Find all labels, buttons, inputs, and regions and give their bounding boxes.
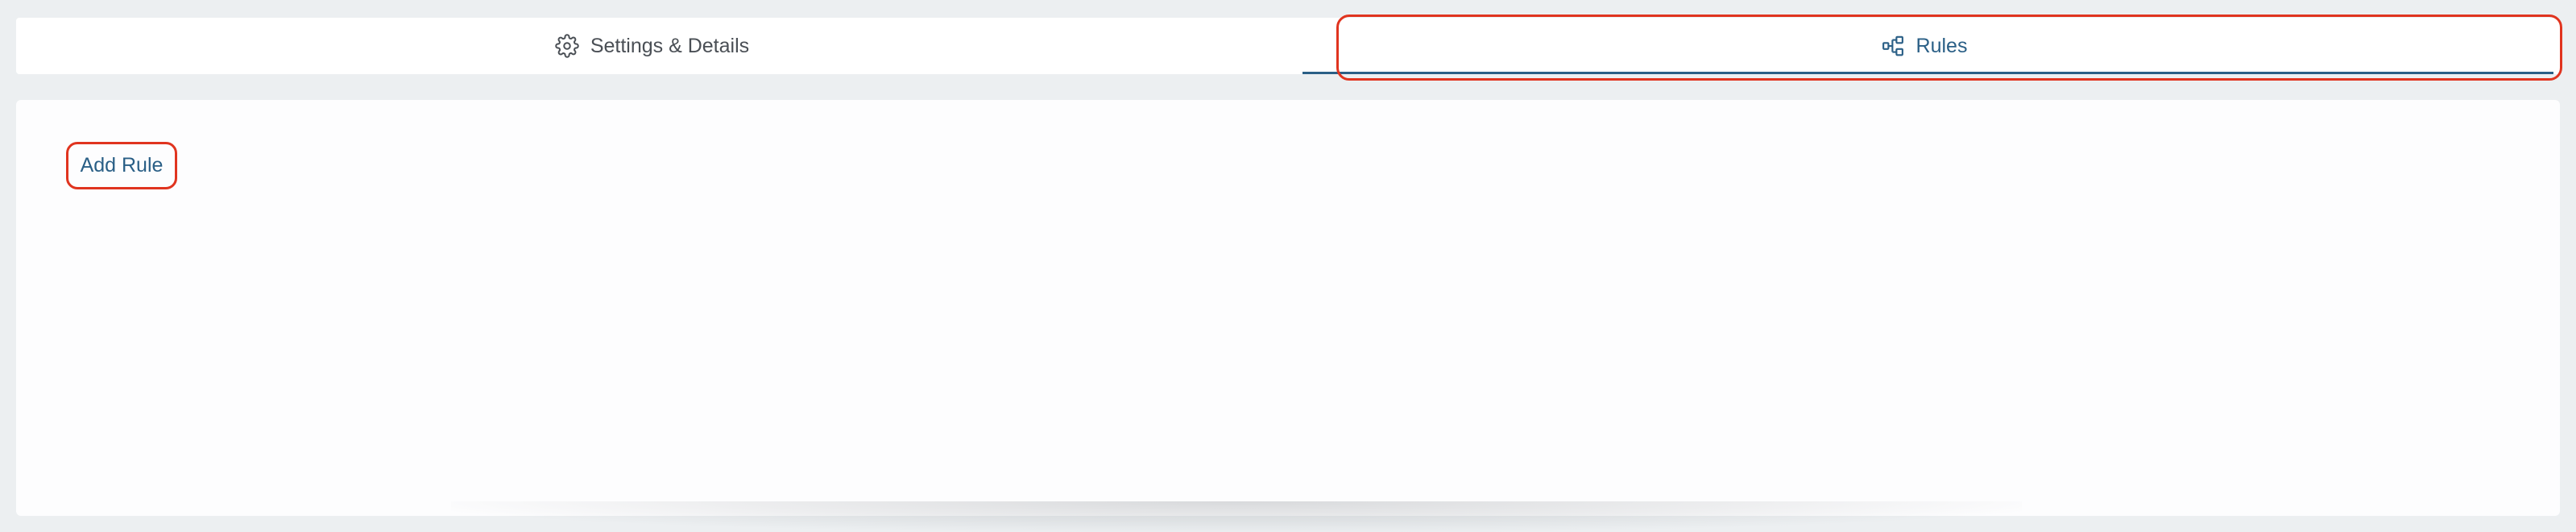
- hierarchy-icon: [1881, 34, 1905, 58]
- page: Settings & Details Rules Add Rule: [0, 0, 2576, 532]
- gear-icon: [555, 34, 579, 58]
- tab-rules[interactable]: Rules: [1288, 18, 2560, 74]
- add-rule-button[interactable]: Add Rule: [66, 142, 177, 189]
- tab-rules-label: Rules: [1915, 34, 1968, 57]
- tab-settings-details[interactable]: Settings & Details: [16, 18, 1288, 74]
- tab-settings-details-label: Settings & Details: [590, 34, 750, 57]
- rules-panel: [16, 100, 2560, 516]
- tab-bar: Settings & Details Rules: [16, 18, 2560, 74]
